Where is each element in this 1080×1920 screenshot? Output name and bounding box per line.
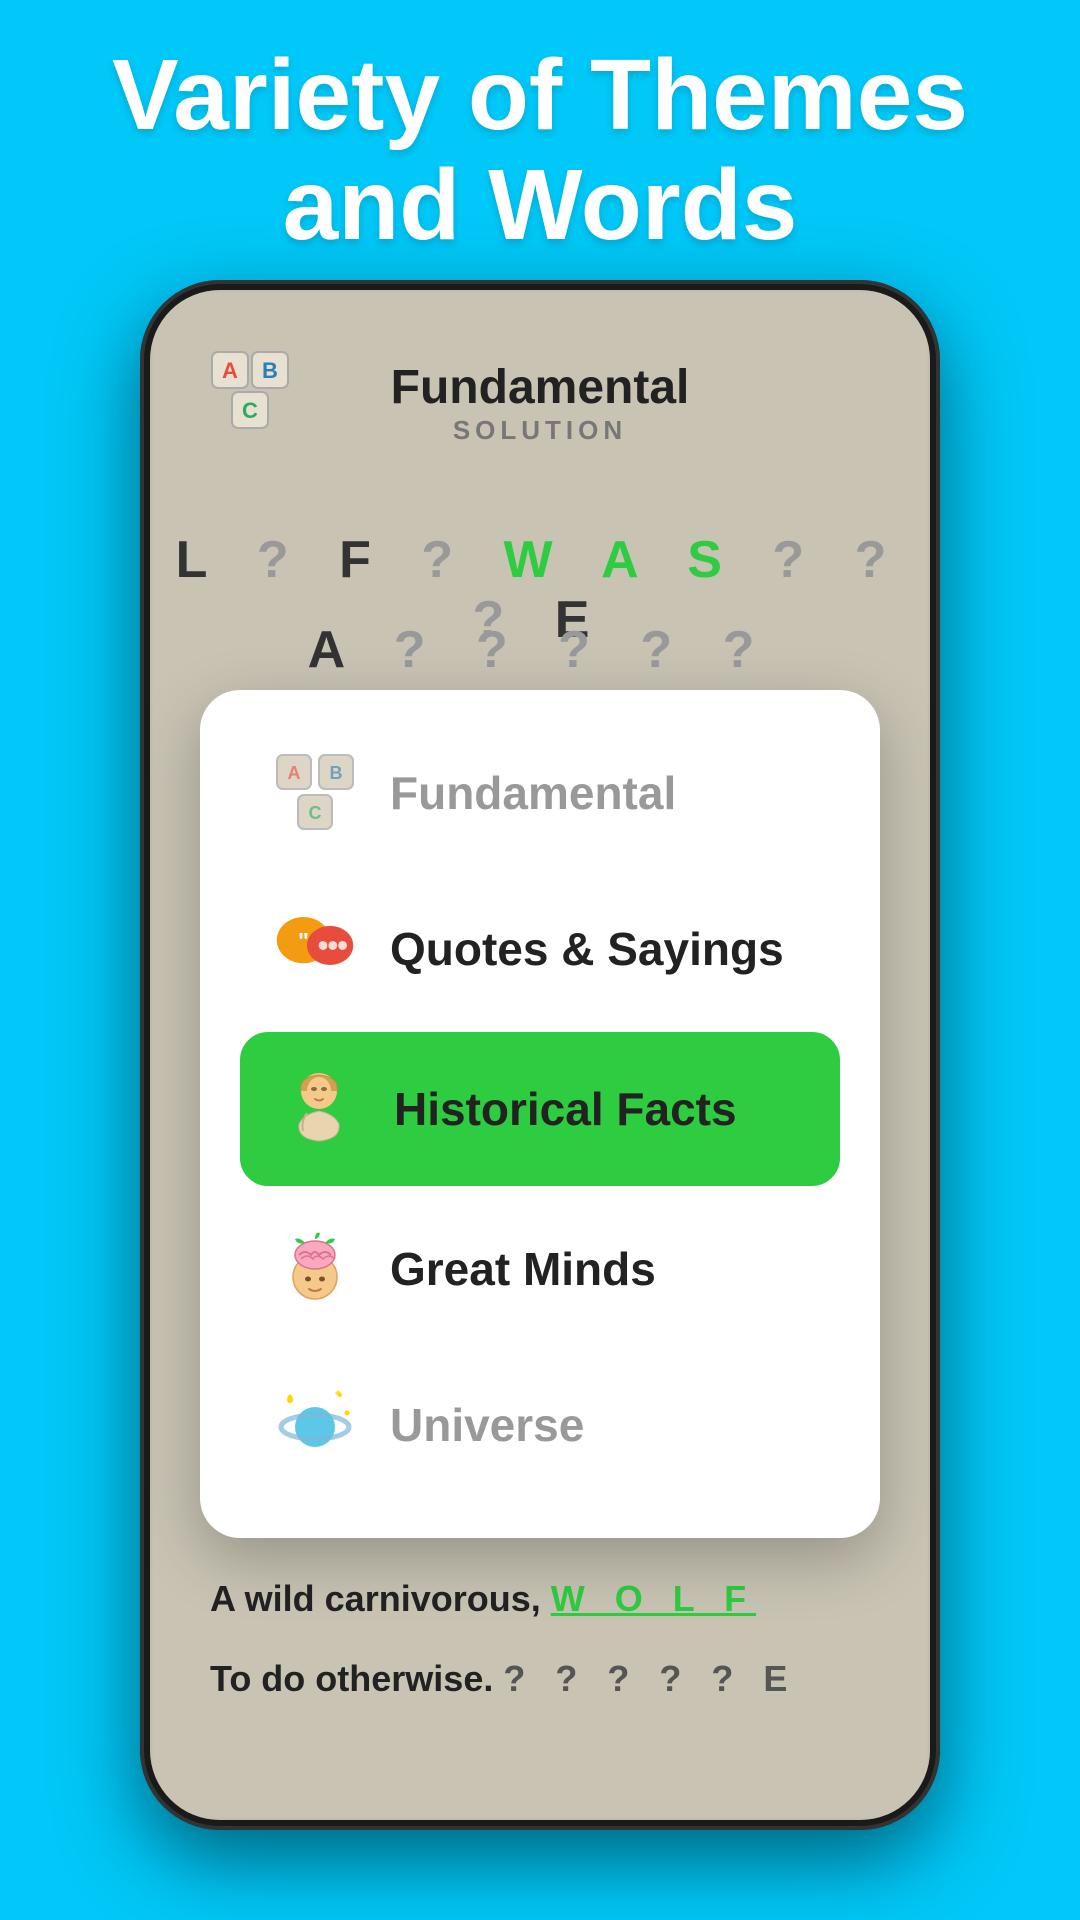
header-line1: Variety of Themes — [60, 40, 1020, 150]
menu-item-universe[interactable]: Universe — [240, 1352, 840, 1498]
q9: ? — [640, 621, 690, 679]
letter-row-2: A ? ? ? ? ? — [150, 620, 930, 680]
bottom-clue-1: A wild carnivorous, W O L F — [210, 1578, 870, 1620]
menu-item-historical[interactable]: Historical Facts — [240, 1032, 840, 1186]
q7: ? — [476, 621, 526, 679]
q6: ? — [394, 621, 444, 679]
clue2-answer: ? ? ? ? ? E — [503, 1658, 797, 1699]
app-logo: A B C — [210, 350, 290, 430]
great-minds-label: Great Minds — [390, 1242, 656, 1296]
fundamental-label: Fundamental — [390, 766, 676, 820]
q4: ? — [855, 531, 905, 589]
q10: ? — [723, 621, 773, 679]
letter-W: W — [504, 531, 571, 589]
letter-F: F — [339, 531, 389, 589]
svg-text:B: B — [330, 763, 343, 783]
header-line2: and Words — [60, 150, 1020, 260]
svg-text:B: B — [262, 358, 278, 383]
svg-text:A: A — [288, 763, 301, 783]
q3: ? — [772, 531, 822, 589]
universe-label: Universe — [390, 1398, 584, 1452]
historical-label: Historical Facts — [394, 1082, 737, 1136]
game-header: A B C Fundamental SOLUTION — [150, 350, 930, 446]
q8: ? — [558, 621, 608, 679]
letter-L: L — [176, 531, 225, 589]
menu-item-great-minds[interactable]: Great Minds — [240, 1196, 840, 1342]
great-minds-icon — [270, 1224, 360, 1314]
svg-text:A: A — [222, 358, 238, 383]
page-header: Variety of Themes and Words — [0, 40, 1080, 260]
phone-screen: A B C Fundamental SOLUTION L ? F ? W A S… — [150, 290, 930, 1820]
letter-A: A — [601, 531, 655, 589]
menu-item-quotes[interactable]: " Quotes & Sayings — [240, 876, 840, 1022]
letter-A2: A — [308, 621, 362, 679]
phone-frame: A B C Fundamental SOLUTION L ? F ? W A S… — [140, 280, 940, 1830]
quotes-label: Quotes & Sayings — [390, 922, 784, 976]
q1: ? — [257, 531, 307, 589]
clue2-text: To do otherwise. — [210, 1658, 493, 1699]
clue1-text: A wild carnivorous, — [210, 1578, 541, 1619]
bottom-clue-2: To do otherwise. ? ? ? ? ? E — [210, 1658, 870, 1700]
svg-text:C: C — [309, 803, 322, 823]
svg-text:": " — [298, 928, 309, 954]
menu-item-fundamental[interactable]: A B C Fundamental — [240, 720, 840, 866]
letter-S: S — [687, 531, 740, 589]
theme-menu-card: A B C Fundamental " — [200, 690, 880, 1538]
universe-icon — [270, 1380, 360, 1470]
svg-text:C: C — [242, 398, 258, 423]
clue1-answer: W O L F — [551, 1578, 756, 1619]
historical-icon — [274, 1064, 364, 1154]
quotes-icon: " — [270, 904, 360, 994]
fundamental-icon: A B C — [270, 748, 360, 838]
q2: ? — [421, 531, 471, 589]
